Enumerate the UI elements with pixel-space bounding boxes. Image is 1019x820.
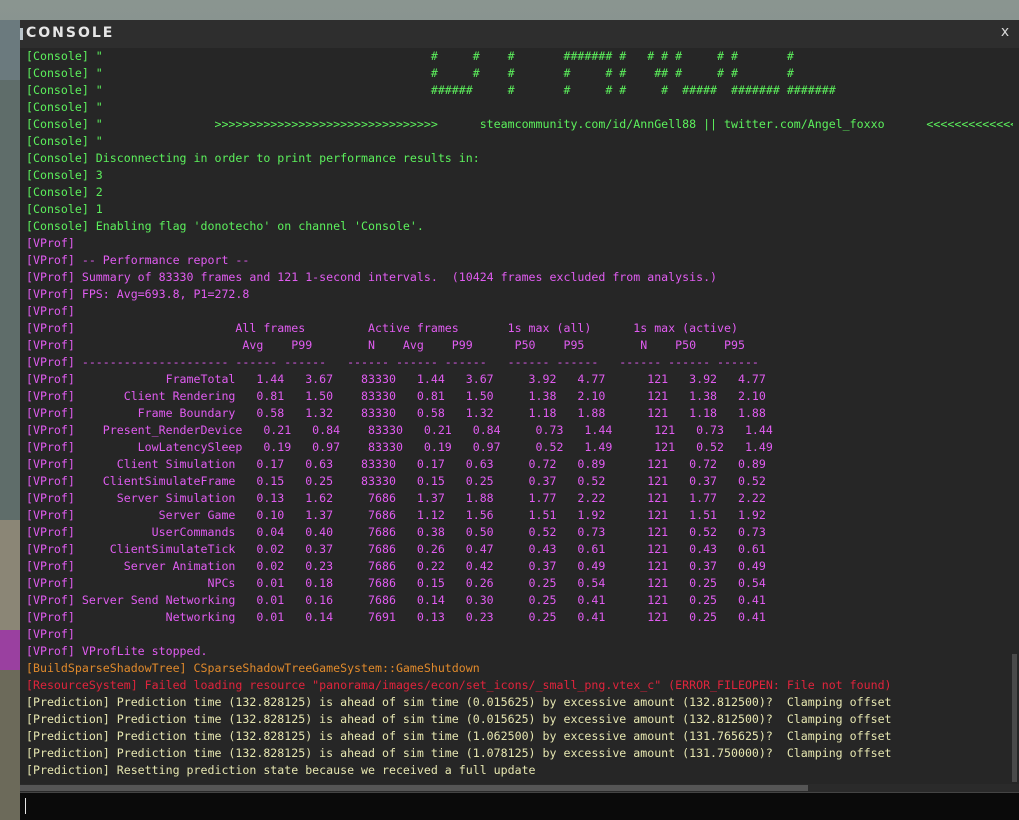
console-line: [Prediction] Prediction time (132.828125…: [26, 695, 892, 709]
console-line: [Console] " ###### # # # # # ##### #####…: [26, 83, 836, 97]
console-line: [Console] ": [26, 100, 103, 114]
console-line: [VProf]: [26, 236, 75, 250]
console-line: [ResourceSystem] Failed loading resource…: [26, 678, 892, 692]
close-button[interactable]: x: [997, 24, 1013, 42]
background-hud-strip: [0, 670, 20, 820]
console-line: [VProf] Client Rendering 0.81 1.50 83330…: [26, 389, 766, 403]
console-line: [Console] Disconnecting in order to prin…: [26, 151, 480, 165]
console-line: [VProf] VProfLite stopped.: [26, 644, 208, 658]
background-hud-strip: [0, 20, 20, 80]
console-line: [VProf] FPS: Avg=693.8, P1=272.8: [26, 287, 250, 301]
console-line: [VProf] Summary of 83330 frames and 121 …: [26, 270, 718, 284]
console-line: [VProf] ClientSimulateTick 0.02 0.37 768…: [26, 542, 766, 556]
console-log[interactable]: [Console] " # # # ####### # # # # # # # […: [26, 48, 1013, 804]
console-line: [VProf]: [26, 627, 75, 641]
console-line: [VProf] -- Performance report --: [26, 253, 250, 267]
console-line: [Console] " # # # ####### # # # # # # #: [26, 49, 794, 63]
console-line: [Console] " >>>>>>>>>>>>>>>>>>>>>>>>>>>>…: [26, 117, 1013, 131]
background-hud-strip: [0, 520, 20, 630]
console-line: [Console] 3: [26, 168, 103, 182]
console-command-input[interactable]: [24, 796, 1013, 817]
console-line: [VProf] Server Game 0.10 1.37 7686 1.12 …: [26, 508, 766, 522]
console-line: [Prediction] Prediction time (132.828125…: [26, 746, 892, 760]
console-line: [VProf] Networking 0.01 0.14 7691 0.13 0…: [26, 610, 766, 624]
console-line: [VProf] ClientSimulateFrame 0.15 0.25 83…: [26, 474, 766, 488]
console-line: [Console] 2: [26, 185, 103, 199]
console-line: [VProf] Server Animation 0.02 0.23 7686 …: [26, 559, 766, 573]
console-line: [VProf] UserCommands 0.04 0.40 7686 0.38…: [26, 525, 766, 539]
console-line: [VProf] NPCs 0.01 0.18 7686 0.15 0.26 0.…: [26, 576, 766, 590]
console-input-row[interactable]: [20, 792, 1019, 820]
console-line: [VProf]: [26, 304, 75, 318]
console-line: [VProf] Server Send Networking 0.01 0.16…: [26, 593, 766, 607]
console-line: [Console] ": [26, 134, 103, 148]
console-line: [VProf] Frame Boundary 0.58 1.32 83330 0…: [26, 406, 766, 420]
console-line: [VProf] Server Simulation 0.13 1.62 7686…: [26, 491, 766, 505]
console-line: [VProf] FrameTotal 1.44 3.67 83330 1.44 …: [26, 372, 766, 386]
console-line: [Console] 1: [26, 202, 103, 216]
console-window: CONSOLE x [Console] " # # # ####### # # …: [20, 20, 1019, 820]
console-line: [VProf] LowLatencySleep 0.19 0.97 83330 …: [26, 440, 773, 454]
console-line: [Console] " # # # # # # ## # # # #: [26, 66, 794, 80]
console-line: [BuildSparseShadowTree] CSparseShadowTre…: [26, 661, 480, 675]
background-hud-strip: [0, 80, 20, 520]
console-line: [VProf] Avg P99 N Avg P99 P50 P95 N P50 …: [26, 338, 745, 352]
console-title: CONSOLE: [26, 25, 115, 41]
console-line: [Console] Enabling flag 'donotecho' on c…: [26, 219, 424, 233]
console-line: [VProf] All frames Active frames 1s max …: [26, 321, 738, 335]
console-line: [VProf] Client Simulation 0.17 0.63 8333…: [26, 457, 766, 471]
title-accent-bar: [20, 28, 23, 40]
horizontal-scrollbar-thumb[interactable]: [20, 785, 808, 791]
console-line: [Prediction] Resetting prediction state …: [26, 763, 536, 777]
console-titlebar[interactable]: CONSOLE x: [20, 20, 1019, 48]
console-line: [VProf] --------------------- ------ ---…: [26, 355, 759, 369]
console-line: [Prediction] Prediction time (132.828125…: [26, 729, 892, 743]
console-line: [Prediction] Prediction time (132.828125…: [26, 712, 892, 726]
console-line: [VProf] Present_RenderDevice 0.21 0.84 8…: [26, 423, 773, 437]
horizontal-scrollbar[interactable]: [20, 784, 1019, 792]
vertical-scrollbar-thumb[interactable]: [1012, 654, 1017, 782]
background-hud-strip: [0, 630, 20, 670]
